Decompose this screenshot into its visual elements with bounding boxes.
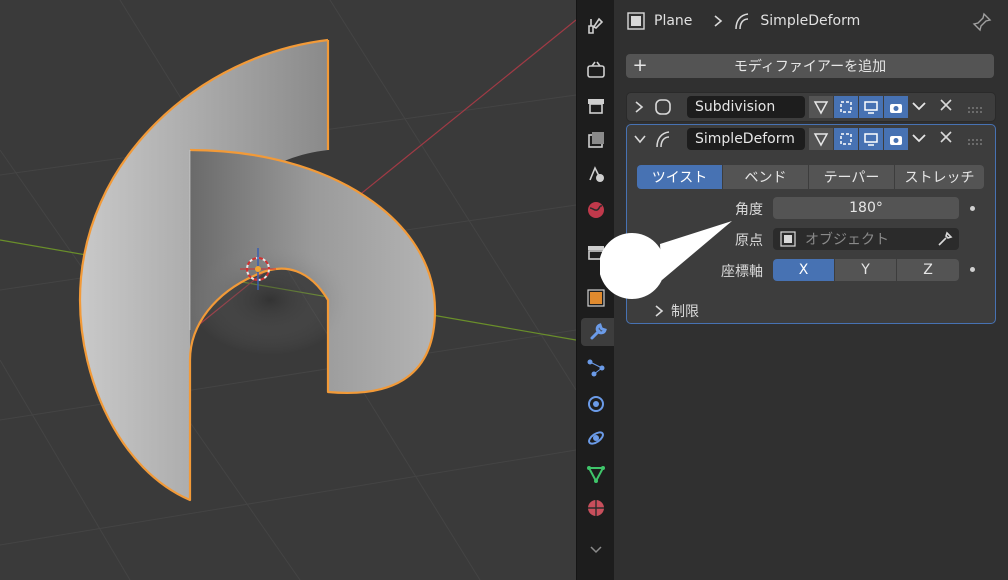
eyedropper-icon[interactable] — [937, 231, 953, 247]
chevron-down-icon[interactable] — [582, 536, 610, 564]
breadcrumb: Plane SimpleDeform — [626, 8, 860, 34]
particles-icon[interactable] — [582, 354, 610, 382]
modifier-icon[interactable] — [581, 318, 615, 346]
restrictions-subpanel-header[interactable]: 制限 — [653, 301, 699, 321]
object-icon — [627, 12, 645, 30]
pin-icon[interactable] — [972, 12, 992, 36]
render-icon[interactable] — [582, 56, 610, 84]
remove-modifier-icon[interactable] — [939, 130, 953, 148]
axis-y-button[interactable]: Y — [835, 259, 897, 281]
dropdown-chevron-icon[interactable] — [911, 131, 927, 149]
3d-viewport[interactable] — [0, 0, 576, 580]
dropdown-chevron-icon[interactable] — [911, 99, 927, 117]
axis-z-button[interactable]: Z — [897, 259, 959, 281]
drag-handle-icon[interactable] — [967, 134, 983, 150]
output-icon[interactable] — [582, 92, 610, 120]
realtime-display-icon[interactable] — [859, 96, 883, 118]
data-icon[interactable] — [582, 460, 610, 488]
origin-field[interactable]: オブジェクト — [773, 228, 959, 250]
subdivision-icon — [653, 97, 673, 121]
remove-modifier-icon[interactable] — [939, 98, 953, 116]
mode-taper-button[interactable]: テーパー — [809, 165, 895, 189]
breadcrumb-object: Plane — [654, 13, 693, 29]
edit-mode-icon[interactable] — [834, 128, 858, 150]
breadcrumb-modifier: SimpleDeform — [760, 13, 861, 29]
restrictions-label: 制限 — [671, 304, 699, 320]
scene-icon[interactable] — [582, 160, 610, 188]
add-modifier-button[interactable]: + モディファイアーを追加 — [626, 54, 994, 78]
simple-deform-icon — [735, 13, 749, 30]
physics-icon[interactable] — [582, 390, 610, 418]
modifier-name-field[interactable]: Subdivision — [687, 96, 805, 118]
drag-handle-icon[interactable] — [967, 102, 983, 118]
edit-mode-icon[interactable] — [834, 96, 858, 118]
render-camera-icon[interactable] — [884, 96, 908, 118]
viewport-scene — [0, 0, 576, 580]
origin-placeholder: オブジェクト — [805, 232, 889, 248]
material-icon[interactable] — [582, 494, 610, 522]
edit-mode-cage-icon[interactable] — [809, 128, 833, 150]
mode-bend-button[interactable]: ベンド — [723, 165, 809, 189]
render-camera-icon[interactable] — [884, 128, 908, 150]
object-icon — [780, 231, 796, 247]
keyframe-dot-icon[interactable] — [970, 206, 975, 211]
keyframe-dot-icon[interactable] — [970, 267, 975, 272]
mode-stretch-button[interactable]: ストレッチ — [895, 165, 984, 189]
simple-deform-icon — [653, 129, 673, 153]
modifier-panel-subdivision: Subdivision — [626, 92, 996, 122]
tool-icon[interactable] — [582, 12, 610, 40]
mode-twist-button[interactable]: ツイスト — [637, 165, 723, 189]
speech-bubble-callout — [600, 221, 732, 299]
expand-chevron-icon[interactable] — [633, 100, 645, 118]
view-layer-icon[interactable] — [582, 126, 610, 154]
expand-chevron-icon — [655, 305, 664, 317]
realtime-display-icon[interactable] — [859, 128, 883, 150]
edit-mode-cage-icon[interactable] — [809, 96, 833, 118]
angle-field[interactable]: 180° — [773, 197, 959, 219]
plus-icon: + — [632, 55, 648, 76]
chevron-right-icon — [714, 15, 723, 27]
collapse-chevron-icon[interactable] — [633, 133, 647, 149]
axis-x-button[interactable]: X — [773, 259, 835, 281]
constraints-icon[interactable] — [582, 424, 610, 452]
modifier-name-field[interactable]: SimpleDeform — [687, 128, 805, 150]
add-modifier-label: モディファイアーを追加 — [733, 59, 887, 75]
